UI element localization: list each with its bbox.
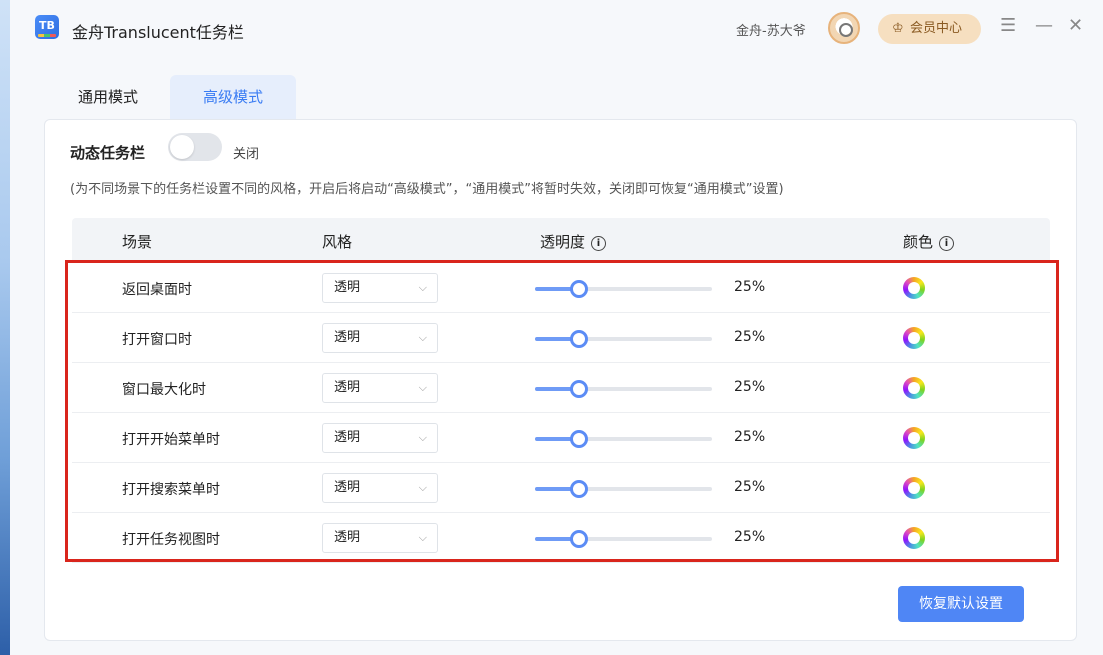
app-logo-text: TB [39, 19, 55, 32]
table-row: 窗口最大化时 透明 ⌵ 25% [72, 363, 1050, 413]
opacity-slider[interactable] [535, 280, 712, 298]
style-select-value: 透明 [334, 480, 361, 495]
scene-table: 场景 风格 透明度 i 颜色 i 返回桌面时 透明 ⌵ 25% 打开窗口时 透明 ⌵ 25% 窗口最… [72, 218, 1050, 563]
table-row: 返回桌面时 透明 ⌵ 25% [72, 263, 1050, 313]
color-picker-icon[interactable] [903, 527, 925, 549]
chevron-down-icon: ⌵ [418, 431, 427, 444]
vip-center-label: 会员中心 [910, 21, 963, 36]
header-color: 颜色 i [903, 231, 955, 252]
scene-label: 返回桌面时 [122, 282, 192, 298]
thumbs-up-icon: ♔ [892, 21, 904, 36]
dynamic-taskbar-label: 动态任务栏 [70, 144, 146, 162]
app-window: TB 金舟Translucent任务栏 金舟-苏大爷 ♔ 会员中心 ☰ — ✕ … [10, 0, 1103, 655]
tab-advanced-mode[interactable]: 高级模式 [170, 75, 296, 120]
minimize-icon[interactable]: — [1035, 16, 1053, 36]
style-select[interactable]: 透明 ⌵ [322, 423, 438, 453]
scene-label: 打开开始菜单时 [122, 432, 220, 448]
opacity-slider[interactable] [535, 480, 712, 498]
chevron-down-icon: ⌵ [418, 481, 427, 494]
title-bar: TB 金舟Translucent任务栏 金舟-苏大爷 ♔ 会员中心 ☰ — ✕ [10, 0, 1103, 60]
avatar[interactable] [828, 12, 860, 44]
opacity-slider[interactable] [535, 330, 712, 348]
advanced-settings-panel: 动态任务栏 关闭 (为不同场景下的任务栏设置不同的风格，开启后将启动“高级模式”… [44, 119, 1077, 641]
close-icon[interactable]: ✕ [1068, 16, 1083, 36]
scene-label: 打开任务视图时 [122, 532, 220, 548]
opacity-slider[interactable] [535, 430, 712, 448]
scene-label: 窗口最大化时 [122, 382, 206, 398]
header-color-label: 颜色 [903, 233, 934, 251]
toggle-state-label: 关闭 [233, 147, 260, 162]
style-select[interactable]: 透明 ⌵ [322, 323, 438, 353]
header-style: 风格 [322, 233, 353, 251]
opacity-slider[interactable] [535, 380, 712, 398]
opacity-value: 25% [734, 279, 766, 295]
style-select-value: 透明 [334, 430, 361, 445]
opacity-slider[interactable] [535, 530, 712, 548]
style-select-value: 透明 [334, 330, 361, 345]
vip-center-button[interactable]: ♔ 会员中心 [878, 14, 981, 44]
opacity-value: 25% [734, 529, 766, 545]
style-select[interactable]: 透明 ⌵ [322, 373, 438, 403]
header-opacity-label: 透明度 [540, 233, 586, 251]
table-row: 打开搜索菜单时 透明 ⌵ 25% [72, 463, 1050, 513]
table-row: 打开任务视图时 透明 ⌵ 25% [72, 513, 1050, 563]
table-header: 场景 风格 透明度 i 颜色 i [72, 218, 1050, 263]
desktop-background [0, 0, 10, 655]
slider-thumb[interactable] [570, 330, 589, 348]
color-picker-icon[interactable] [903, 277, 925, 299]
header-opacity: 透明度 i [540, 231, 607, 252]
color-picker-icon[interactable] [903, 477, 925, 499]
hamburger-icon[interactable]: ☰ [1000, 16, 1016, 36]
style-select-value: 透明 [334, 530, 361, 545]
info-icon[interactable]: i [591, 236, 607, 251]
slider-thumb[interactable] [570, 480, 589, 498]
style-select-value: 透明 [334, 380, 361, 395]
chevron-down-icon: ⌵ [418, 331, 427, 344]
dynamic-taskbar-hint: (为不同场景下的任务栏设置不同的风格，开启后将启动“高级模式”，“通用模式”将暂… [70, 182, 784, 197]
opacity-value: 25% [734, 329, 766, 345]
scene-label: 打开窗口时 [122, 332, 192, 348]
header-scene: 场景 [122, 233, 153, 251]
chevron-down-icon: ⌵ [418, 381, 427, 394]
style-select[interactable]: 透明 ⌵ [322, 273, 438, 303]
style-select[interactable]: 透明 ⌵ [322, 523, 438, 553]
tab-general-mode[interactable]: 通用模式 [45, 75, 171, 120]
slider-thumb[interactable] [570, 380, 589, 398]
slider-thumb[interactable] [570, 280, 589, 298]
username[interactable]: 金舟-苏大爷 [736, 20, 806, 39]
style-select-value: 透明 [334, 280, 361, 295]
app-logo: TB [35, 15, 59, 39]
style-select[interactable]: 透明 ⌵ [322, 473, 438, 503]
reset-defaults-button[interactable]: 恢复默认设置 [898, 586, 1024, 622]
chevron-down-icon: ⌵ [418, 531, 427, 544]
color-picker-icon[interactable] [903, 327, 925, 349]
chevron-down-icon: ⌵ [418, 281, 427, 294]
table-row: 打开开始菜单时 透明 ⌵ 25% [72, 413, 1050, 463]
table-row: 打开窗口时 透明 ⌵ 25% [72, 313, 1050, 363]
slider-thumb[interactable] [570, 430, 589, 448]
info-icon[interactable]: i [939, 236, 955, 251]
scene-label: 打开搜索菜单时 [122, 482, 220, 498]
opacity-value: 25% [734, 429, 766, 445]
color-picker-icon[interactable] [903, 427, 925, 449]
opacity-value: 25% [734, 479, 766, 495]
slider-thumb[interactable] [570, 530, 589, 548]
dynamic-taskbar-toggle[interactable] [168, 133, 222, 161]
toggle-knob [170, 135, 194, 159]
color-picker-icon[interactable] [903, 377, 925, 399]
opacity-value: 25% [734, 379, 766, 395]
app-title: 金舟Translucent任务栏 [72, 23, 244, 42]
